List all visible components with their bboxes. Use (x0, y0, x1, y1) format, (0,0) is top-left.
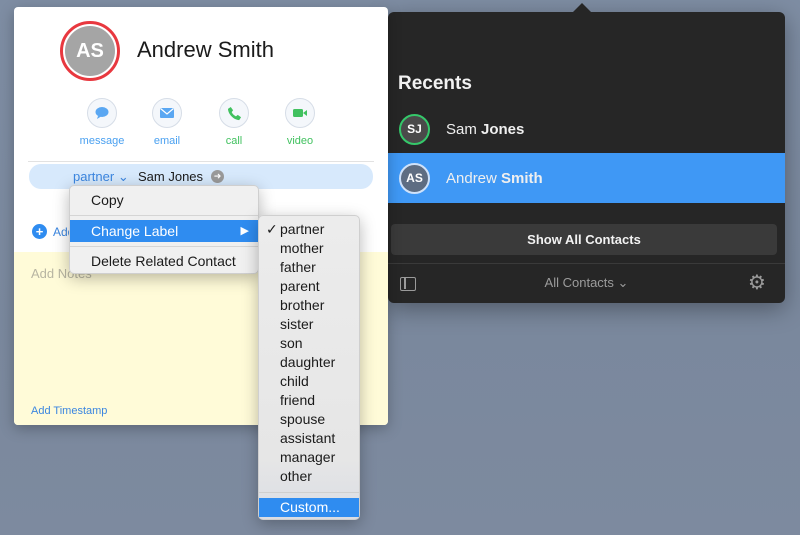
message-icon (87, 98, 117, 128)
label-option-manager[interactable]: manager (259, 448, 359, 467)
label-option-sister[interactable]: sister (259, 315, 359, 334)
all-contacts-label: All Contacts (544, 275, 614, 290)
recent-name: Andrew Smith (446, 170, 543, 187)
go-to-contact-icon[interactable]: ➜ (211, 170, 224, 183)
recent-last-name: Jones (481, 120, 525, 138)
recent-name: Sam Jones (446, 121, 524, 138)
call-button[interactable]: call (204, 98, 264, 147)
divider (28, 161, 374, 162)
label-option-mother[interactable]: mother (259, 239, 359, 258)
label-option-partner[interactable]: ✓ partner (259, 220, 359, 239)
menu-separator (70, 215, 258, 216)
label-submenu: ✓ partner mother father parent brother s… (258, 215, 360, 520)
action-label: email (153, 135, 181, 147)
menu-separator (259, 492, 359, 493)
video-button[interactable]: video (270, 98, 330, 147)
recents-title: Recents (398, 73, 472, 94)
recents-popover: Recents SJ Sam Jones AS Andrew Smith Sho… (388, 3, 785, 303)
add-timestamp-link[interactable]: Add Timestamp (31, 405, 107, 417)
recent-item-andrew-smith[interactable]: AS Andrew Smith (388, 153, 785, 203)
label-option-child[interactable]: child (259, 372, 359, 391)
all-contacts-dropdown[interactable]: All Contacts ⌄ (388, 275, 785, 291)
message-button[interactable]: message (72, 98, 132, 147)
plus-icon: + (32, 224, 47, 239)
related-contact-name: Sam Jones (138, 169, 203, 184)
avatar: AS (399, 162, 430, 194)
avatar: AS (60, 21, 120, 81)
phone-icon (219, 98, 249, 128)
email-button[interactable]: email (137, 98, 197, 147)
popover-arrow (572, 3, 592, 13)
recent-first-name: Andrew (446, 169, 497, 187)
label-option-assistant[interactable]: assistant (259, 429, 359, 448)
label-option-friend[interactable]: friend (259, 391, 359, 410)
contact-name: Andrew Smith (137, 37, 274, 62)
label-option-brother[interactable]: brother (259, 296, 359, 315)
chevron-down-icon: ⌄ (617, 275, 629, 290)
gear-icon[interactable]: ⚙ (748, 273, 766, 293)
menu-separator (70, 246, 258, 247)
avatar-initials: AS (65, 26, 115, 76)
recent-first-name: Sam (446, 120, 477, 138)
recent-item-sam-jones[interactable]: SJ Sam Jones (388, 104, 785, 154)
menu-item-copy[interactable]: Copy (70, 189, 258, 211)
context-menu: Copy Change Label ▶ Delete Related Conta… (69, 185, 259, 274)
label-option-father[interactable]: father (259, 258, 359, 277)
menu-item-change-label[interactable]: Change Label ▶ (70, 220, 258, 242)
related-label: partner (73, 169, 115, 184)
label-option-text: partner (280, 221, 325, 237)
chevron-down-icon: ⌄ (117, 169, 129, 184)
label-option-custom[interactable]: Custom... (259, 498, 359, 517)
action-label: message (79, 135, 125, 147)
related-label-dropdown[interactable]: partner ⌄ (73, 169, 129, 185)
divider (388, 263, 785, 264)
email-icon (152, 98, 182, 128)
contact-actions: message email call video (74, 98, 334, 158)
menu-item-delete-related-contact[interactable]: Delete Related Contact (70, 250, 258, 272)
label-option-parent[interactable]: parent (259, 277, 359, 296)
label-option-daughter[interactable]: daughter (259, 353, 359, 372)
recent-last-name: Smith (501, 169, 543, 187)
label-option-spouse[interactable]: spouse (259, 410, 359, 429)
checkmark-icon: ✓ (266, 221, 278, 237)
submenu-arrow-icon: ▶ (240, 225, 249, 237)
video-icon (285, 98, 315, 128)
action-label: video (286, 135, 314, 147)
label-option-other[interactable]: other (259, 467, 359, 486)
avatar: SJ (399, 113, 430, 145)
action-label: call (225, 135, 243, 147)
add-field-button[interactable]: + Add (32, 224, 74, 239)
related-contact-text: Sam Jones (138, 169, 204, 184)
menu-item-label: Change Label (91, 223, 179, 239)
show-all-contacts-button[interactable]: Show All Contacts (391, 224, 777, 255)
label-option-son[interactable]: son (259, 334, 359, 353)
